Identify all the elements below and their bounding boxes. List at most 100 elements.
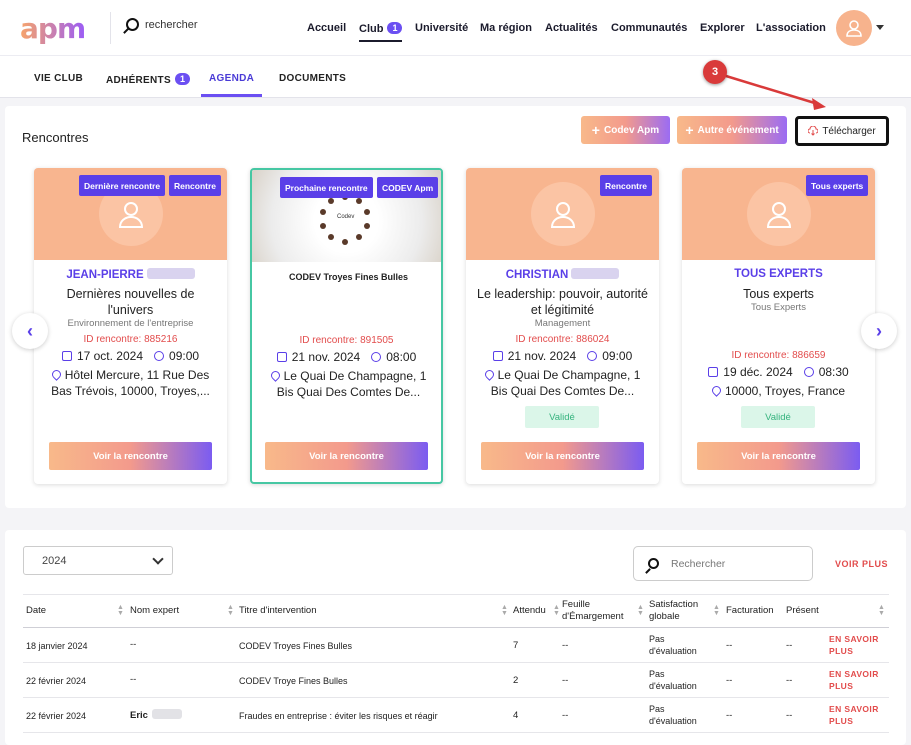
en-savoir-plus-link[interactable]: EN SAVOIR PLUS xyxy=(829,633,889,657)
card-datetime: 21 nov. 2024 09:00 xyxy=(466,349,659,363)
card-time: 08:30 xyxy=(818,365,849,379)
card-location-text: Hôtel Mercure, 11 Rue Des Bas Trévois, 1… xyxy=(51,368,210,398)
en-savoir-plus-link[interactable]: EN SAVOIR PLUS xyxy=(829,703,889,727)
tag-prochaine-rencontre: Prochaine rencontre xyxy=(280,177,373,198)
person-placeholder-icon xyxy=(746,182,811,246)
annotation-step-badge: 3 xyxy=(703,60,727,84)
card-location: Hôtel Mercure, 11 Rue Des Bas Trévois, 1… xyxy=(48,367,213,399)
card-datetime: 19 déc. 2024 08:30 xyxy=(682,365,875,379)
sort-icon[interactable]: ▲ ▼ xyxy=(553,604,560,617)
row-attendu: 7 xyxy=(513,640,519,651)
row-titre: Fraudes en entreprise : éviter les risqu… xyxy=(239,711,438,721)
row-expert: Eric xyxy=(130,709,182,722)
table-search-placeholder: Rechercher xyxy=(671,557,726,570)
col-date[interactable]: Date xyxy=(26,605,46,617)
rencontre-card[interactable]: Dernière rencontre Rencontre JEAN-PIERRE… xyxy=(34,168,227,484)
col-nom-expert[interactable]: Nom expert xyxy=(130,605,179,617)
card-location-text: Le Quai De Champagne, 1 Bis Quai Des Com… xyxy=(490,368,641,398)
row-feuille: -- xyxy=(562,640,569,651)
sort-icon[interactable]: ▲ ▼ xyxy=(713,604,720,617)
rencontre-card-selected[interactable]: Codev Prochaine rencontre CODEV Apm CODE… xyxy=(250,168,443,484)
voir-rencontre-button[interactable]: Voir la rencontre xyxy=(481,442,644,470)
row-present: -- xyxy=(786,675,793,686)
calendar-icon xyxy=(61,351,72,361)
redacted-surname xyxy=(151,709,182,719)
card-id: ID rencontre: 886659 xyxy=(731,350,826,361)
col-attendu[interactable]: Attendu xyxy=(513,605,546,617)
card-domain: Environnement de l'entreprise xyxy=(67,318,194,329)
voir-plus-link[interactable]: VOIR PLUS xyxy=(835,559,888,569)
chevron-right-icon: › xyxy=(876,320,882,341)
row-satisfaction: Pas d'évaluation xyxy=(649,704,697,726)
table-header: Date ▲ ▼ Nom expert ▲ ▼ Titre d'interventi… xyxy=(23,594,889,628)
card-date: 21 nov. 2024 xyxy=(507,349,577,363)
tag-codev-apm: CODEV Apm xyxy=(377,177,439,198)
sort-icon[interactable]: ▲ ▼ xyxy=(117,604,124,617)
card-time: 09:00 xyxy=(169,349,200,363)
voir-rencontre-button[interactable]: Voir la rencontre xyxy=(265,442,428,470)
row-feuille: -- xyxy=(562,675,569,686)
card-id: ID rencontre: 891505 xyxy=(299,335,394,346)
row-facturation: -- xyxy=(726,710,733,721)
row-titre: CODEV Troye Fines Bulles xyxy=(239,676,348,686)
voir-rencontre-button[interactable]: Voir la rencontre xyxy=(697,442,860,470)
codev-image-label: Codev xyxy=(337,214,354,220)
clock-icon xyxy=(154,351,165,361)
row-facturation: -- xyxy=(726,675,733,686)
chevron-down-icon xyxy=(152,553,164,565)
carousel-next-button[interactable]: › xyxy=(861,313,897,349)
expert-first-name: JEAN-PIERRE xyxy=(66,269,144,281)
row-titre: CODEV Troyes Fines Bulles xyxy=(239,641,353,651)
card-location-text: 10000, Troyes, France xyxy=(724,384,846,398)
clock-icon xyxy=(803,367,814,377)
card-location: Le Quai De Champagne, 1 Bis Quai Des Com… xyxy=(266,368,431,400)
calendar-icon xyxy=(276,352,287,362)
table-row[interactable]: 22 février 2024 -- CODEV Troye Fines Bul… xyxy=(23,663,889,698)
card-expert-name: CHRISTIAN xyxy=(466,268,659,281)
tag-rencontre: Rencontre xyxy=(169,175,222,196)
col-facturation[interactable]: Facturation xyxy=(726,605,774,617)
interventions-panel: 2024 Rechercher VOIR PLUS Date ▲ ▼ Nom ex… xyxy=(5,530,906,745)
sort-icon[interactable]: ▲ ▼ xyxy=(227,604,234,617)
voir-rencontre-button[interactable]: Voir la rencontre xyxy=(49,442,212,470)
row-date: 22 février 2024 xyxy=(26,676,87,686)
col-present[interactable]: Présent xyxy=(786,605,819,617)
row-feuille: -- xyxy=(562,710,569,721)
location-pin-icon xyxy=(49,368,63,381)
card-time: 08:00 xyxy=(386,350,417,364)
row-date: 22 février 2024 xyxy=(26,711,87,721)
card-location: Le Quai De Champagne, 1 Bis Quai Des Com… xyxy=(480,367,645,399)
card-title: CODEV Troyes Fines Bulles xyxy=(288,272,409,282)
row-expert-first-name: Eric xyxy=(130,710,148,721)
sort-icon[interactable]: ▲ ▼ xyxy=(878,604,885,617)
card-date: 17 oct. 2024 xyxy=(76,349,144,363)
col-feuille[interactable]: Feuille d'Émargement xyxy=(562,599,640,623)
col-titre[interactable]: Titre d'intervention xyxy=(239,605,317,617)
location-pin-icon xyxy=(482,368,496,381)
card-domain: Management xyxy=(534,318,591,329)
row-satisfaction: Pas d'évaluation xyxy=(649,669,697,691)
carousel-prev-button[interactable]: ‹ xyxy=(12,313,48,349)
table-search-input[interactable]: Rechercher xyxy=(633,546,813,581)
redacted-surname xyxy=(571,268,620,279)
en-savoir-plus-link[interactable]: EN SAVOIR PLUS xyxy=(829,668,889,692)
sort-icon[interactable]: ▲ ▼ xyxy=(501,604,508,617)
card-date: 19 déc. 2024 xyxy=(723,365,793,379)
clock-icon xyxy=(371,352,382,362)
card-date: 21 nov. 2024 xyxy=(291,350,361,364)
year-select[interactable]: 2024 xyxy=(23,546,173,575)
table-row[interactable]: 18 janvier 2024 -- CODEV Troyes Fines Bu… xyxy=(23,628,889,663)
sort-icon[interactable]: ▲ ▼ xyxy=(637,604,644,617)
row-satisfaction: Pas d'évaluation xyxy=(649,634,697,656)
card-datetime: 21 nov. 2024 08:00 xyxy=(252,350,441,364)
clock-icon xyxy=(587,351,598,361)
row-expert: -- xyxy=(130,639,137,650)
row-present: -- xyxy=(786,710,793,721)
table-row[interactable]: 22 février 2024 Eric Fraudes en entrepri… xyxy=(23,698,889,733)
rencontre-card[interactable]: Tous experts TOUS EXPERTS Tous experts T… xyxy=(682,168,875,484)
status-badge-valide: Validé xyxy=(525,406,599,428)
rencontre-card[interactable]: Rencontre CHRISTIAN Le leadership: pouvo… xyxy=(466,168,659,484)
location-pin-icon xyxy=(268,369,282,382)
card-title: Le leadership: pouvoir, autorité et légi… xyxy=(477,287,648,317)
col-satisfaction[interactable]: Satisfaction globale xyxy=(649,599,711,623)
